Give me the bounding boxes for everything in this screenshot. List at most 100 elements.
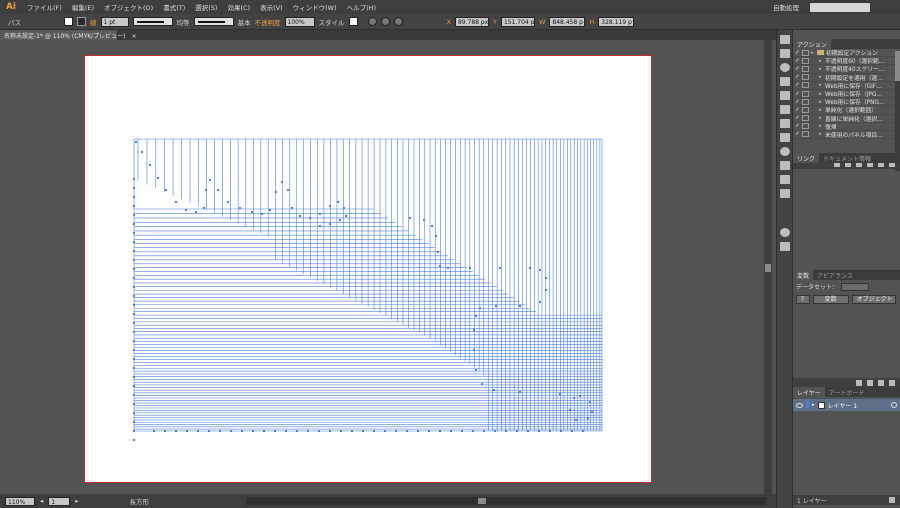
- action-row[interactable]: ✓ ▸ Web用に保存（GIF…: [793, 82, 900, 90]
- action-enabled-check-icon[interactable]: ✓: [793, 107, 802, 113]
- action-enabled-check-icon[interactable]: ✓: [793, 74, 802, 80]
- action-enabled-check-icon[interactable]: ✓: [793, 131, 802, 137]
- action-row[interactable]: ✓ ▸ 初期設定アクション: [793, 49, 900, 58]
- swatches-icon[interactable]: [779, 63, 790, 72]
- action-enabled-check-icon[interactable]: ✓: [793, 91, 802, 97]
- action-enabled-check-icon[interactable]: ✓: [793, 82, 802, 88]
- action-row[interactable]: ✓ ▸ 未使用のパネル項目…: [793, 131, 900, 140]
- dataset-select[interactable]: [841, 282, 870, 291]
- vertical-scroll-thumb[interactable]: [765, 264, 771, 272]
- appearance-icon[interactable]: [779, 161, 790, 170]
- document-tab[interactable]: 名称未設定-1* @ 110% (CMYK/プレビュー) ×: [0, 30, 136, 40]
- new-variable-icon[interactable]: [878, 380, 884, 386]
- brushes-icon[interactable]: [779, 77, 790, 86]
- dialog-toggle-box[interactable]: [802, 131, 809, 138]
- dialog-toggle-box[interactable]: [802, 98, 809, 105]
- dialog-toggle-box[interactable]: [802, 57, 809, 64]
- tab-links[interactable]: リンク: [793, 153, 820, 163]
- menu-type[interactable]: 書式(T): [158, 2, 190, 12]
- menu-object[interactable]: オブジェクト(O): [99, 2, 158, 12]
- y-field[interactable]: 151.704 p: [500, 16, 535, 27]
- action-enabled-check-icon[interactable]: ✓: [793, 50, 802, 56]
- document-tab-close-icon[interactable]: ×: [131, 33, 136, 40]
- stroke-weight-field[interactable]: 1 pt: [100, 16, 129, 27]
- style-swatch[interactable]: [348, 17, 358, 26]
- brush-definition[interactable]: [193, 17, 234, 26]
- w-field[interactable]: 848.458 p: [549, 16, 586, 27]
- actions-scroll-thumb[interactable]: [895, 51, 900, 81]
- horizontal-scroll-thumb[interactable]: [478, 498, 486, 504]
- action-row[interactable]: ✓ ▸ 単純化（選択範囲）: [793, 106, 900, 115]
- dialog-toggle-box[interactable]: [802, 90, 809, 97]
- tab-artboards[interactable]: アートボード: [825, 387, 869, 397]
- objects-column-header[interactable]: オブジェクト: [851, 295, 896, 304]
- selected-path-artwork[interactable]: [0, 40, 764, 494]
- stroke-panel-icon[interactable]: [779, 119, 790, 128]
- align-panel-icon[interactable]: [779, 175, 790, 184]
- tab-document-info[interactable]: ドキュメント情報: [819, 153, 875, 163]
- new-layer-icon[interactable]: [889, 497, 895, 503]
- action-enabled-check-icon[interactable]: ✓: [793, 123, 802, 129]
- document-info-icon[interactable]: [779, 242, 790, 251]
- h-field[interactable]: 328.119 p: [598, 16, 635, 27]
- artboard-prev-icon[interactable]: ◂: [40, 497, 43, 505]
- dialog-toggle-box[interactable]: [802, 115, 809, 122]
- canvas[interactable]: [0, 40, 764, 494]
- dialog-toggle-box[interactable]: [802, 65, 809, 72]
- variable-width-profile[interactable]: [132, 17, 173, 26]
- search-input[interactable]: [810, 2, 870, 12]
- menu-effect[interactable]: 効果(C): [222, 2, 255, 12]
- menu-edit[interactable]: 編集(E): [67, 2, 99, 12]
- action-enabled-check-icon[interactable]: ✓: [793, 66, 802, 72]
- tab-layers[interactable]: レイヤー: [793, 387, 825, 397]
- action-enabled-check-icon[interactable]: ✓: [793, 115, 802, 121]
- layer-target-icon[interactable]: [891, 402, 897, 408]
- action-row[interactable]: ✓ ▸ Web用に保存（JPG…: [793, 90, 900, 99]
- action-enabled-check-icon[interactable]: ✓: [793, 99, 802, 105]
- capture-dataset-icon[interactable]: [856, 380, 862, 386]
- layer-visibility-eye-icon[interactable]: [796, 402, 803, 408]
- link-variable-icon[interactable]: [867, 380, 873, 386]
- horizontal-scrollbar[interactable]: [246, 497, 766, 505]
- opacity-field[interactable]: 100%: [284, 16, 315, 27]
- opacity-label[interactable]: 不透明度: [255, 17, 281, 27]
- vertical-scrollbar[interactable]: [764, 40, 772, 494]
- color-guide-icon[interactable]: [779, 49, 790, 58]
- graphic-styles-icon[interactable]: [779, 105, 790, 114]
- color-panel-icon[interactable]: [779, 35, 790, 44]
- pathfinder-icon[interactable]: [779, 189, 790, 198]
- menu-file[interactable]: ファイル(F): [22, 2, 67, 12]
- layer-expand-triangle-icon[interactable]: ▸: [812, 402, 815, 408]
- menu-help[interactable]: ヘルプ(H): [342, 2, 381, 12]
- variables-column-header[interactable]: 変数: [812, 295, 849, 304]
- zoom-field[interactable]: 110%: [5, 496, 35, 506]
- artboard-next-icon[interactable]: ▸: [75, 497, 78, 505]
- tab-actions[interactable]: アクション: [793, 39, 831, 49]
- links-icon[interactable]: [779, 228, 790, 237]
- tab-variables[interactable]: 変数: [793, 270, 814, 280]
- transform-icon[interactable]: [393, 17, 403, 26]
- transparency-icon[interactable]: [779, 147, 790, 156]
- action-row[interactable]: ✓ ▸ 初期設定を適用（選…: [793, 74, 900, 82]
- tab-appearance[interactable]: アピアランス: [813, 270, 857, 280]
- workspace-switcher[interactable]: 自動処理: [768, 2, 804, 12]
- x-field[interactable]: 89.788 px: [454, 16, 489, 27]
- fill-swatch[interactable]: [64, 17, 73, 26]
- stroke-swatch[interactable]: [77, 17, 86, 26]
- menu-window[interactable]: ウィンドウ(W): [288, 2, 342, 12]
- dialog-toggle-box[interactable]: [802, 106, 809, 113]
- symbols-icon[interactable]: [779, 91, 790, 100]
- delete-variable-icon[interactable]: [889, 380, 895, 386]
- gradient-icon[interactable]: [779, 133, 790, 142]
- artboard-number-field[interactable]: 1: [48, 496, 71, 506]
- stroke-label[interactable]: 線: [90, 17, 97, 27]
- action-row[interactable]: ✓ ▸ 不透明度40スクリー…: [793, 65, 900, 74]
- action-row[interactable]: ✓ ▸ 直線に単純化（選択…: [793, 115, 900, 123]
- action-enabled-check-icon[interactable]: ✓: [793, 58, 802, 64]
- dialog-toggle-box[interactable]: [802, 123, 809, 130]
- action-row[interactable]: ✓ ▸ 復帰: [793, 123, 900, 131]
- action-row[interactable]: ✓ ▸ Web用に保存（PNG…: [793, 98, 900, 107]
- layer-row[interactable]: ▸ レイヤー 1: [793, 399, 900, 411]
- menu-select[interactable]: 選択(S): [190, 2, 222, 12]
- align-icon[interactable]: [380, 17, 390, 26]
